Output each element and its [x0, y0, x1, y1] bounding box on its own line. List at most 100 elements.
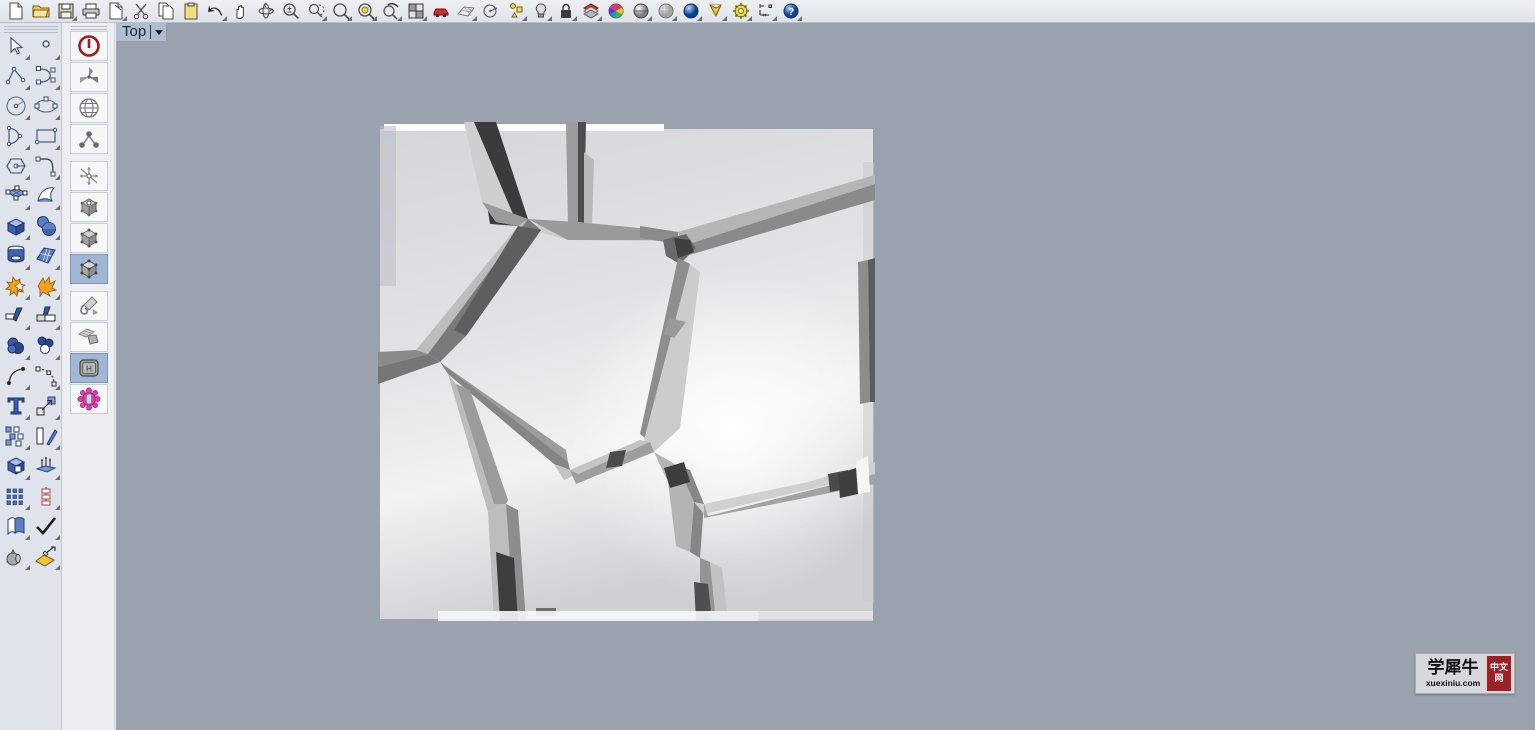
flyout-corner — [55, 175, 60, 180]
main-toolbar: ? — [0, 0, 1535, 23]
grasshopper-icon[interactable] — [69, 384, 108, 414]
cylinder-solid-icon[interactable] — [1, 241, 31, 271]
blend-icon[interactable] — [31, 331, 61, 361]
box-edge-icon[interactable] — [69, 223, 108, 253]
split-icon[interactable] — [31, 301, 61, 331]
remap-cplane-icon[interactable] — [69, 322, 108, 352]
curve-from-object-icon[interactable] — [31, 361, 61, 391]
circle-icon[interactable] — [1, 91, 31, 121]
record-history-icon[interactable] — [69, 124, 108, 154]
options-gear-icon[interactable] — [728, 0, 753, 22]
flyout-corner — [472, 16, 477, 21]
print-icon[interactable] — [78, 0, 103, 22]
polygon-icon[interactable] — [1, 151, 31, 181]
car-render-icon[interactable] — [428, 0, 453, 22]
zoom-selected-icon[interactable] — [353, 0, 378, 22]
shade-sphere-icon[interactable] — [628, 0, 653, 22]
watermark-badge-line1: 中文 — [1489, 662, 1508, 673]
box-vertex-icon[interactable] — [69, 192, 108, 222]
rectangle-icon[interactable] — [31, 121, 61, 151]
analyze-circle-icon[interactable] — [478, 0, 503, 22]
viewport-layout-icon[interactable] — [403, 0, 428, 22]
object-properties-icon[interactable] — [503, 0, 528, 22]
gumball-tripod-icon[interactable] — [69, 62, 108, 92]
select-arrow-icon[interactable] — [1, 31, 31, 61]
flyout-corner — [55, 385, 60, 390]
cut-page-icon[interactable] — [103, 0, 128, 22]
rhino-application-window: ? H Top 学犀牛 xuexiniu.com 中文 网 — [0, 0, 1535, 730]
light-bulb-icon[interactable] — [528, 0, 553, 22]
help-icon[interactable]: ? — [778, 0, 803, 22]
ghosted-sphere-icon[interactable] — [653, 0, 678, 22]
save-file-icon[interactable] — [53, 0, 78, 22]
cap-hole-icon[interactable] — [1, 451, 31, 481]
scale-icon[interactable] — [31, 391, 61, 421]
extract-surface-icon[interactable] — [31, 451, 61, 481]
rotate-view-icon[interactable] — [253, 0, 278, 22]
unroll-surface-icon[interactable] — [1, 511, 31, 541]
fillet-edge-icon[interactable] — [1, 331, 31, 361]
point-icon[interactable] — [31, 31, 61, 61]
curve-control-points-icon[interactable] — [31, 61, 61, 91]
voronoi-cracked-panel-model[interactable] — [378, 122, 875, 621]
new-file-icon[interactable] — [3, 0, 28, 22]
curve-fillet-icon[interactable] — [31, 151, 61, 181]
color-wheel-icon[interactable] — [603, 0, 628, 22]
cplane-origin-icon[interactable] — [69, 161, 108, 191]
paste-icon[interactable] — [178, 0, 203, 22]
trim-icon[interactable] — [1, 301, 31, 331]
surface-control-points-icon[interactable] — [1, 181, 31, 211]
flyout-corner — [25, 325, 30, 330]
globe-wireframe-icon[interactable] — [69, 93, 108, 123]
text-icon[interactable] — [1, 391, 31, 421]
paint-dropper-icon[interactable] — [69, 291, 108, 321]
box-frame-icon[interactable] — [69, 254, 108, 284]
flyout-corner — [747, 16, 752, 21]
flyout-corner — [55, 235, 60, 240]
pan-hand-icon[interactable] — [228, 0, 253, 22]
watermark-text-group: 学犀牛 xuexiniu.com — [1419, 658, 1487, 689]
arc-icon[interactable] — [1, 121, 31, 151]
render-sphere-icon[interactable] — [678, 0, 703, 22]
scissors-icon[interactable] — [128, 0, 153, 22]
svg-text:?: ? — [787, 7, 793, 18]
osnap-disable-icon[interactable] — [69, 31, 108, 61]
spotlight-icon[interactable] — [703, 0, 728, 22]
grid-points-icon[interactable] — [1, 481, 31, 511]
zoom-extents-icon[interactable] — [328, 0, 353, 22]
box-solid-icon[interactable] — [1, 211, 31, 241]
curve-blend-icon[interactable] — [1, 361, 31, 391]
undo-icon[interactable] — [203, 0, 228, 22]
dimension-icon[interactable] — [753, 0, 778, 22]
chevron-down-icon[interactable] — [155, 29, 164, 35]
lock-icon[interactable] — [553, 0, 578, 22]
zoom-dynamic-icon[interactable] — [303, 0, 328, 22]
boolean-union-icon[interactable] — [1, 271, 31, 301]
flow-along-curve-icon[interactable] — [31, 481, 61, 511]
history-toggle-icon[interactable]: H — [69, 353, 108, 383]
explode-icon[interactable] — [31, 271, 61, 301]
viewport-top[interactable]: Top 学犀牛 xuexiniu.com 中文 网 — [116, 23, 1535, 730]
array-icon[interactable] — [1, 421, 31, 451]
zoom-window-icon[interactable] — [378, 0, 403, 22]
flyout-corner — [72, 16, 77, 21]
layers-icon[interactable] — [578, 0, 603, 22]
viewport-title-tab[interactable]: Top — [116, 23, 168, 41]
render-material-icon[interactable] — [31, 541, 61, 571]
solid-tools-icon[interactable] — [1, 541, 31, 571]
zoom-in-out-icon[interactable] — [278, 0, 303, 22]
ellipse-icon[interactable] — [31, 91, 61, 121]
sphere-solid-icon[interactable] — [31, 211, 61, 241]
mesh-surface-icon[interactable] — [31, 241, 61, 271]
flyout-corner — [55, 415, 60, 420]
flyout-corner — [55, 535, 60, 540]
check-icon[interactable] — [31, 511, 61, 541]
open-file-icon[interactable] — [28, 0, 53, 22]
mirror-icon[interactable] — [31, 421, 61, 451]
flyout-corner — [647, 16, 652, 21]
surface-extrude-icon[interactable] — [31, 181, 61, 211]
flyout-corner — [222, 16, 227, 21]
polyline-icon[interactable] — [1, 61, 31, 91]
copy-icon[interactable] — [153, 0, 178, 22]
mesh-grid-icon[interactable] — [453, 0, 478, 22]
